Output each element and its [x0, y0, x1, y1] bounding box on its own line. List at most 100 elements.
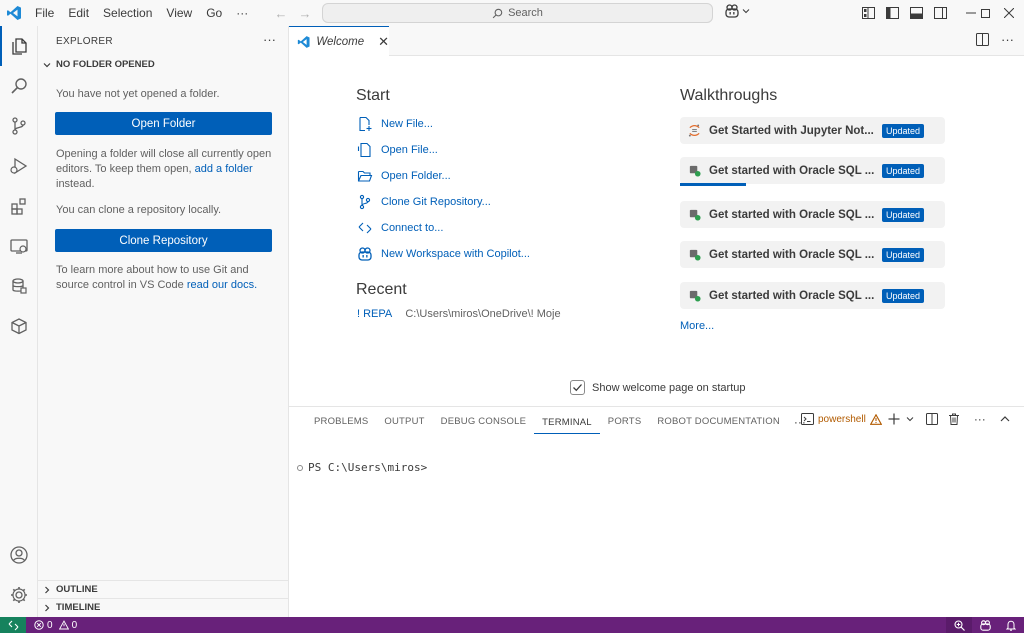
menu-file[interactable]: File: [28, 0, 61, 26]
settings-gear-icon[interactable]: [0, 575, 38, 615]
tab-label: Welcome: [316, 35, 365, 48]
clone-repository-button[interactable]: Clone Repository: [55, 229, 272, 252]
customize-layout-icon[interactable]: [858, 3, 878, 23]
new-file-link[interactable]: New File...: [357, 116, 433, 132]
menu-go[interactable]: Go: [199, 0, 229, 26]
close-icon[interactable]: ✕: [378, 34, 389, 50]
menu-selection[interactable]: Selection: [96, 0, 159, 26]
explorer-icon[interactable]: [0, 26, 38, 66]
add-terminal-icon[interactable]: [888, 413, 900, 425]
tab-bar: Welcome ✕ ···: [289, 26, 1024, 56]
connect-to-link[interactable]: Connect to...: [357, 220, 443, 236]
chevron-right-icon: [45, 586, 50, 593]
tab-robot-documentation[interactable]: ROBOT DOCUMENTATION: [649, 407, 788, 437]
remote-explorer-icon[interactable]: [0, 226, 38, 266]
package-icon[interactable]: [0, 306, 38, 346]
split-editor-icon[interactable]: [976, 33, 989, 46]
more-walkthroughs-link[interactable]: More...: [680, 320, 714, 332]
back-arrow-icon[interactable]: ←: [272, 4, 290, 22]
error-icon: [34, 620, 44, 630]
zoom-icon[interactable]: [946, 617, 972, 633]
command-decoration-icon: [297, 464, 303, 471]
no-folder-section[interactable]: NO FOLDER OPENED: [42, 59, 155, 70]
open-file-icon: [357, 142, 371, 158]
menu-view[interactable]: View: [159, 0, 199, 26]
toggle-secondary-sidebar-icon[interactable]: [930, 3, 950, 23]
tab-ports[interactable]: PORTS: [600, 407, 650, 437]
recent-heading: Recent: [356, 281, 407, 298]
toggle-panel-icon[interactable]: [906, 3, 926, 23]
outline-section[interactable]: OUTLINE: [42, 584, 98, 595]
oracle-sql-icon: [689, 290, 701, 302]
explorer-title: EXPLORER: [56, 36, 113, 47]
tab-terminal[interactable]: TERMINAL: [534, 412, 600, 434]
copilot-menu[interactable]: [724, 4, 750, 18]
vscode-logo-icon[interactable]: [0, 0, 28, 26]
close-window-icon[interactable]: [992, 0, 1024, 26]
warning-icon: [869, 413, 882, 425]
open-folder-link[interactable]: Open Folder...: [357, 168, 451, 184]
menu-edit[interactable]: Edit: [61, 0, 96, 26]
search-icon[interactable]: [0, 66, 38, 106]
chevron-down-icon[interactable]: [906, 415, 914, 423]
clone-git-link[interactable]: Clone Git Repository...: [357, 194, 491, 210]
tab-output[interactable]: OUTPUT: [376, 407, 432, 437]
remote-connect-icon: [358, 222, 372, 234]
tab-welcome[interactable]: Welcome ✕: [289, 26, 389, 56]
chevron-right-icon: [45, 604, 50, 611]
chevron-down-icon: [43, 62, 51, 67]
error-count: 0: [47, 619, 53, 631]
terminal-output[interactable]: PS C:\Users\miros>: [297, 461, 427, 474]
walkthrough-label: Get started with Oracle SQL ...: [709, 164, 874, 177]
forward-arrow-icon[interactable]: →: [296, 4, 314, 22]
jupyter-icon: [688, 124, 700, 137]
source-control-icon[interactable]: [0, 106, 38, 146]
extensions-icon[interactable]: [0, 186, 38, 226]
explorer-sidebar: EXPLORER ··· NO FOLDER OPENED You have n…: [38, 26, 289, 617]
tab-debug-console[interactable]: DEBUG CONSOLE: [433, 407, 534, 437]
recent-item: ! REPA C:\Users\miros\OneDrive\! Moje: [357, 308, 561, 320]
walkthrough-oracle-sql[interactable]: Get started with Oracle SQL ... Updated: [680, 241, 945, 268]
search-icon: [492, 8, 503, 18]
database-icon[interactable]: [0, 266, 38, 306]
command-center-search[interactable]: Search: [322, 3, 713, 23]
open-folder-button[interactable]: Open Folder: [55, 112, 272, 135]
read-docs-link[interactable]: read our docs.: [187, 279, 257, 291]
walkthrough-jupyter[interactable]: Get Started with Jupyter Not... Updated: [680, 117, 945, 144]
startup-label: Show welcome page on startup: [592, 381, 746, 394]
recent-folder-link[interactable]: ! REPA: [357, 308, 392, 320]
toggle-primary-sidebar-icon[interactable]: [882, 3, 902, 23]
walkthrough-progress-bar: [680, 183, 746, 186]
startup-checkbox[interactable]: [570, 380, 585, 395]
split-terminal-icon[interactable]: [925, 413, 938, 425]
accounts-icon[interactable]: [0, 535, 38, 575]
new-workspace-copilot-link[interactable]: New Workspace with Copilot...: [357, 246, 530, 262]
folder-open-icon: [357, 170, 373, 182]
add-folder-link[interactable]: add a folder: [195, 163, 253, 175]
copilot-icon: [725, 4, 739, 18]
copilot-status-icon[interactable]: [972, 617, 998, 633]
tab-problems[interactable]: PROBLEMS: [306, 407, 376, 437]
terminal-shell-selector[interactable]: powershell: [801, 413, 882, 425]
walkthrough-oracle-sql[interactable]: Get started with Oracle SQL ... Updated: [680, 201, 945, 228]
status-bar: 0 0: [0, 617, 1024, 633]
walkthrough-label: Get started with Oracle SQL ...: [709, 248, 874, 261]
maximize-panel-icon[interactable]: [1000, 414, 1010, 424]
panel-more-icon[interactable]: ···: [974, 413, 986, 425]
timeline-section[interactable]: TIMELINE: [42, 602, 100, 613]
notifications-bell-icon[interactable]: [998, 617, 1024, 633]
run-debug-icon[interactable]: [0, 146, 38, 186]
more-actions-icon[interactable]: ···: [1001, 33, 1014, 46]
remote-indicator-icon[interactable]: [0, 617, 26, 633]
walkthrough-oracle-sql[interactable]: Get started with Oracle SQL ... Updated: [680, 282, 945, 309]
walkthrough-oracle-sql[interactable]: Get started with Oracle SQL ... Updated: [680, 157, 945, 184]
explorer-more-actions[interactable]: ···: [263, 32, 276, 47]
menu-more[interactable]: ···: [229, 0, 255, 26]
problems-status[interactable]: 0 0: [34, 620, 77, 631]
title-bar: File Edit Selection View Go ··· ← → Sear…: [0, 0, 1024, 26]
walkthrough-label: Get started with Oracle SQL ...: [709, 289, 874, 302]
recent-folder-path: C:\Users\miros\OneDrive\! Moje: [405, 308, 561, 320]
trash-icon[interactable]: [948, 413, 960, 425]
open-file-link[interactable]: Open File...: [357, 142, 438, 158]
activity-bar: [0, 26, 38, 617]
